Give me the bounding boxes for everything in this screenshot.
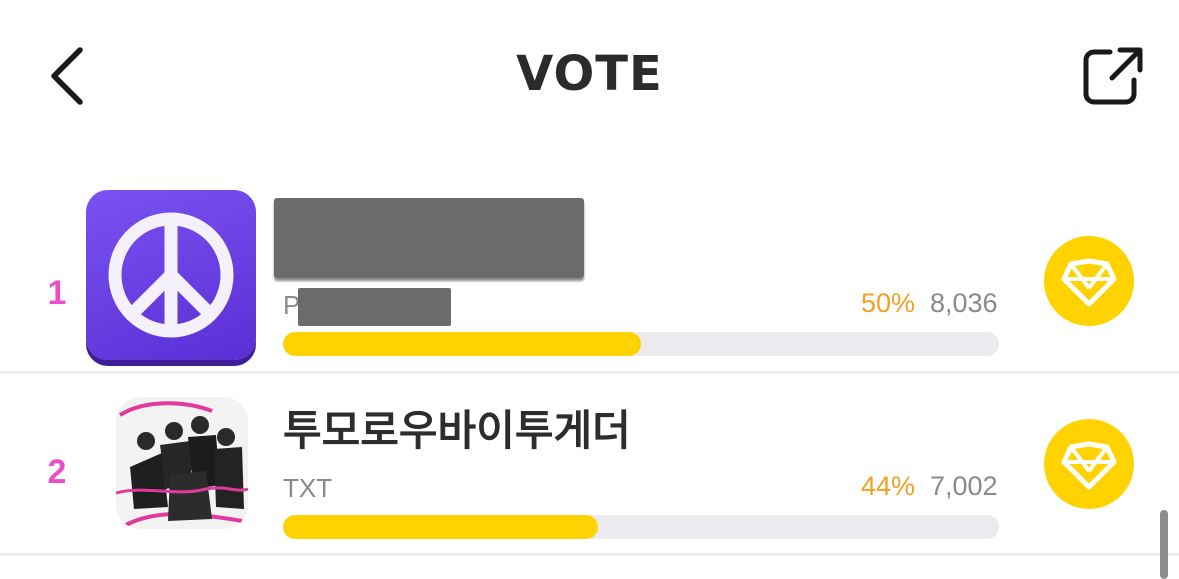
list-item[interactable]: 2 투모로우바이투게더 TXT 44% 7,002: [0, 373, 1179, 555]
vote-button[interactable]: [1044, 236, 1134, 326]
vote-count: 7,002: [930, 471, 998, 501]
redacted-name: [274, 198, 584, 278]
vote-progress-bar: [283, 515, 999, 539]
candidate-name: 투모로우바이투게더: [283, 406, 631, 455]
redacted-subtitle: [298, 288, 451, 326]
vote-button[interactable]: [1044, 419, 1134, 509]
rank-number: 2: [47, 453, 67, 491]
vote-progress-fill: [283, 515, 599, 539]
vote-progress-fill: [283, 332, 641, 356]
vote-count: 8,036: [930, 288, 998, 318]
heart-gem-icon: [1061, 441, 1117, 490]
page-title: VOTE: [516, 46, 663, 102]
candidate-thumbnail: [116, 397, 248, 529]
heart-gem-icon: [1061, 258, 1117, 307]
vote-percent: 44%: [860, 471, 915, 501]
vote-screen: VOTE 1 P 50% 8,036 2 투모로우바이투게더 TXT 44% 7…: [0, 0, 1179, 579]
list-item[interactable]: 1 P 50% 8,036: [0, 190, 1179, 372]
share-external-icon: [1083, 47, 1143, 105]
vote-progress-bar: [283, 332, 999, 356]
divider: [0, 553, 1179, 556]
rank-number: 1: [47, 274, 67, 312]
candidate-subtitle: TXT: [283, 473, 333, 503]
group-photo: [116, 397, 248, 529]
candidate-thumbnail: [86, 190, 256, 360]
scrollbar[interactable]: [1160, 510, 1168, 579]
share-button[interactable]: [1080, 44, 1148, 108]
vote-percent: 50%: [860, 288, 915, 318]
peace-sign-icon: [108, 212, 234, 338]
